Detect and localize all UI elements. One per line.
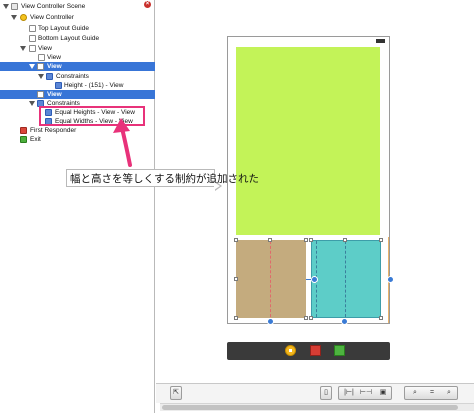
resolve-button[interactable]: ▣ (375, 387, 391, 399)
zoom-out-button[interactable]: ⌕ (407, 387, 423, 399)
layout-buttons-group: |⊢| ⊢⊣ ▣ (338, 386, 392, 400)
annotation-callout: 幅と高さを等しくする制約が追加された (66, 169, 259, 187)
scrollbar-thumb[interactable] (162, 405, 458, 410)
callout-tail (214, 182, 220, 190)
outline-toggle-button[interactable]: ⇱ (170, 386, 182, 400)
form-factor-button[interactable]: ▯ (320, 386, 332, 400)
zoom-reset-button[interactable]: = (424, 387, 440, 399)
align-button[interactable]: |⊢| (341, 387, 357, 399)
zoom-buttons-group: ⌕ = ⌕ (404, 386, 458, 400)
annotation-arrow (113, 118, 132, 167)
zoom-in-button[interactable]: ⌕ (441, 387, 457, 399)
pin-button[interactable]: ⊢⊣ (358, 387, 374, 399)
